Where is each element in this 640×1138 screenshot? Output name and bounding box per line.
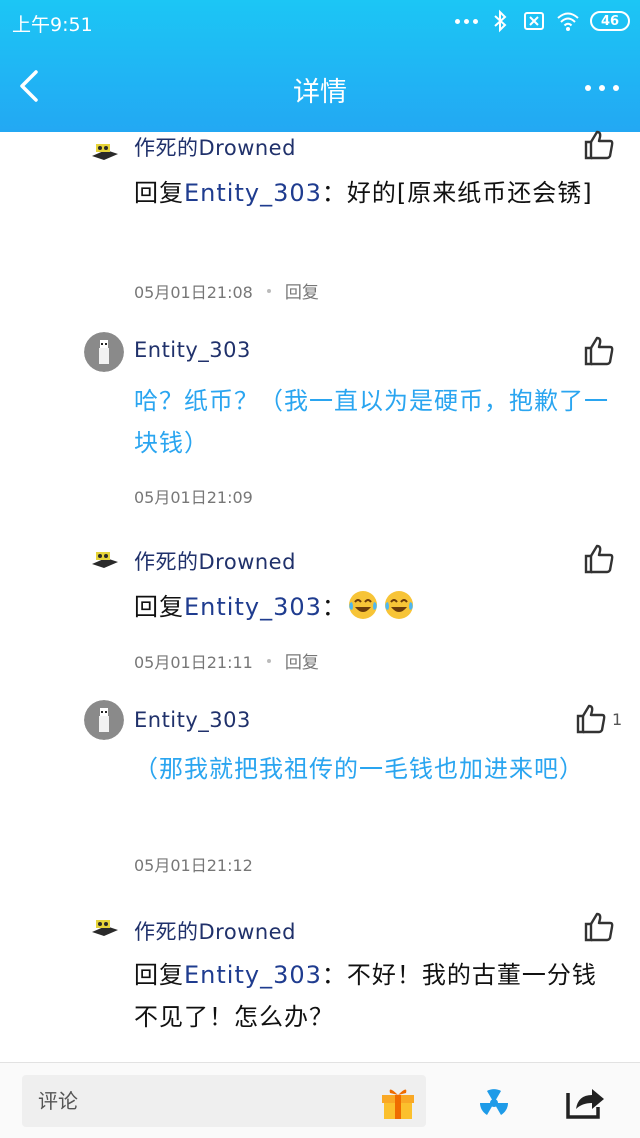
status-bar: 上午9:51 46 bbox=[0, 0, 640, 44]
thumbs-up-icon[interactable] bbox=[574, 702, 608, 736]
thumbs-up-icon[interactable] bbox=[582, 334, 616, 368]
wifi-icon bbox=[557, 12, 579, 31]
comment-meta: 05月01日21:11 回复 bbox=[134, 648, 319, 674]
separator-dot bbox=[266, 288, 271, 293]
status-icons: 46 bbox=[455, 8, 630, 34]
comment-username[interactable]: Entity_303 bbox=[134, 338, 251, 362]
reply-prefix: 回复 bbox=[134, 961, 184, 989]
bottom-bar: 评论 bbox=[0, 1062, 640, 1138]
comment-date: 05月01日21:11 bbox=[134, 652, 253, 672]
thumbs-up-icon[interactable] bbox=[582, 910, 616, 944]
comment-item: 作死的Drowned 回复Entity_303：好的[原来纸币还会锈] 05月0… bbox=[0, 130, 640, 312]
reply-prefix: 回复 bbox=[134, 593, 184, 621]
reply-to-user[interactable]: Entity_303 bbox=[184, 179, 322, 207]
comment-item: 作死的Drowned 回复Entity_303： 05月01日21:11 回复 bbox=[0, 540, 640, 680]
comment-text: 回复Entity_303：好的[原来纸币还会锈] bbox=[134, 172, 620, 214]
nav-bar: 详情 bbox=[0, 44, 640, 132]
tears-of-joy-emoji bbox=[384, 591, 413, 619]
comment-item: 作死的Drowned 回复Entity_303：不好！我的古董一分钱不见了！怎么… bbox=[0, 908, 640, 1058]
tears-of-joy-emoji bbox=[348, 591, 377, 619]
reply-button[interactable]: 回复 bbox=[285, 278, 319, 303]
no-sim-icon bbox=[524, 12, 544, 30]
comment-date: 05月01日21:09 bbox=[134, 488, 253, 507]
comment-username[interactable]: 作死的Drowned bbox=[134, 916, 296, 946]
thumbs-up-icon[interactable] bbox=[582, 128, 616, 162]
comment-text: 回复Entity_303：不好！我的古董一分钱不见了！怎么办？ bbox=[134, 954, 620, 1038]
comment-meta: 05月01日21:09 bbox=[134, 484, 253, 508]
page-title: 详情 bbox=[293, 77, 347, 108]
reply-prefix: 回复 bbox=[134, 179, 184, 207]
comment-date: 05月01日21:12 bbox=[134, 856, 253, 875]
thumbs-up-icon[interactable] bbox=[582, 542, 616, 576]
radiation-icon[interactable] bbox=[474, 1081, 514, 1121]
avatar[interactable] bbox=[84, 332, 124, 372]
gift-icon[interactable] bbox=[378, 1081, 418, 1121]
comment-text: 回复Entity_303： bbox=[134, 586, 620, 628]
separator-dot bbox=[266, 658, 271, 663]
comment-item: Entity_303 1 （那我就把我祖传的一毛钱也加进来吧） 05月01日21… bbox=[0, 700, 640, 890]
share-icon[interactable] bbox=[564, 1081, 606, 1121]
comment-date: 05月01日21:08 bbox=[134, 282, 253, 302]
bluetooth-icon bbox=[494, 9, 507, 33]
reply-button[interactable]: 回复 bbox=[285, 648, 319, 673]
avatar[interactable] bbox=[84, 908, 124, 948]
comment-username[interactable]: 作死的Drowned bbox=[134, 546, 296, 576]
more-dots-icon[interactable] bbox=[580, 78, 624, 98]
comment-text: （那我就把我祖传的一毛钱也加进来吧） bbox=[134, 755, 584, 783]
comment-body: ：好的[原来纸币还会锈] bbox=[321, 179, 593, 207]
comment-body: ： bbox=[321, 593, 347, 621]
comment-meta: 05月01日21:08 回复 bbox=[134, 278, 319, 304]
header-bar: 上午9:51 46 详情 bbox=[0, 0, 640, 132]
comment-text: 哈？纸币？（我一直以为是硬币，抱歉了一块钱） bbox=[134, 387, 609, 457]
comment-input[interactable]: 评论 bbox=[22, 1075, 426, 1127]
reply-to-user[interactable]: Entity_303 bbox=[184, 593, 322, 621]
signal-dots-icon bbox=[455, 18, 478, 24]
comment-item: Entity_303 哈？纸币？（我一直以为是硬币，抱歉了一块钱） 05月01日… bbox=[0, 332, 640, 522]
avatar[interactable] bbox=[84, 132, 124, 172]
comment-username[interactable]: Entity_303 bbox=[134, 708, 251, 732]
like-count: 1 bbox=[612, 710, 623, 729]
comment-username[interactable]: 作死的Drowned bbox=[134, 132, 296, 162]
comment-meta: 05月01日21:12 bbox=[134, 852, 253, 876]
battery-icon: 46 bbox=[590, 11, 630, 31]
avatar[interactable] bbox=[84, 540, 124, 580]
avatar[interactable] bbox=[84, 700, 124, 740]
status-time: 上午9:51 bbox=[12, 14, 93, 36]
reply-to-user[interactable]: Entity_303 bbox=[184, 961, 322, 989]
